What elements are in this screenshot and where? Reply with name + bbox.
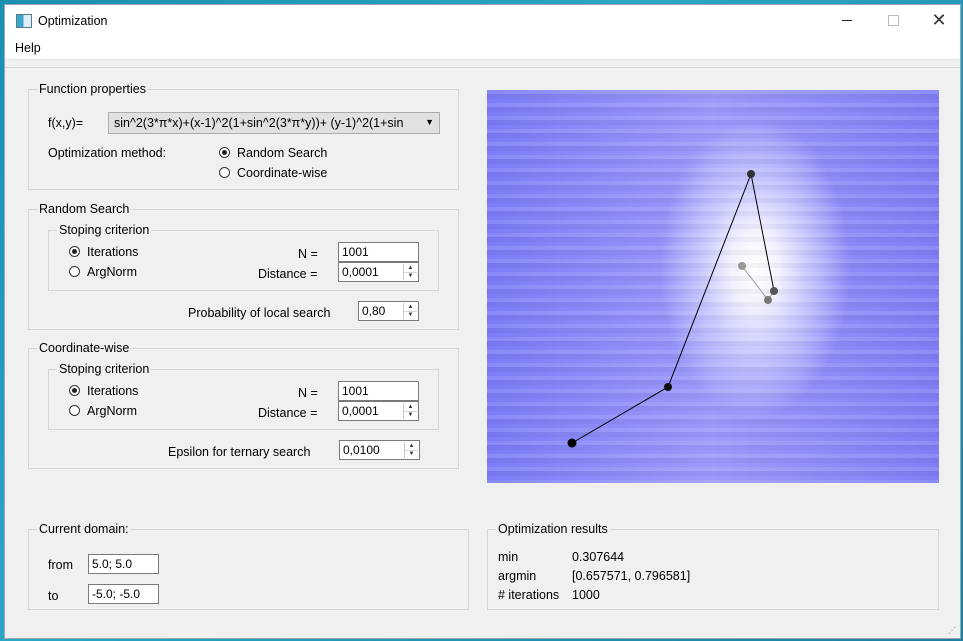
path-point [567, 438, 577, 448]
to-input[interactable]: -5.0; -5.0 [88, 584, 159, 604]
minimize-button[interactable] [824, 5, 870, 35]
spin-arrows[interactable]: ▲ ▼ [403, 264, 417, 280]
cw-distance-label: Distance = [258, 406, 318, 420]
close-icon: ✕ [931, 10, 947, 30]
radio-random-search-label[interactable]: Random Search [237, 146, 327, 160]
maximize-button[interactable] [870, 5, 916, 35]
function-properties-group: Function properties f(x,y)= sin^2(3*π*x)… [28, 82, 459, 190]
menu-bar: Help [5, 37, 960, 60]
rs-radio-iterations[interactable] [69, 246, 80, 257]
cw-stop-criterion-title: Stoping criterion [57, 362, 152, 376]
cw-radio-argnorm[interactable] [69, 405, 80, 416]
radio-random-search[interactable] [219, 147, 230, 158]
rs-distance-label: Distance = [258, 267, 318, 281]
argmin-label: argmin [498, 569, 537, 583]
rs-prob-value: 0,80 [362, 304, 386, 318]
rs-stop-criterion-group: Stoping criterion Iterations ArgNorm N =… [48, 223, 439, 291]
rs-radio-argnorm[interactable] [69, 266, 80, 277]
spin-down-icon[interactable]: ▼ [404, 411, 417, 419]
random-search-title: Random Search [37, 202, 132, 216]
rs-distance-value: 0,0001 [342, 265, 379, 279]
spin-down-icon[interactable]: ▼ [404, 311, 417, 319]
cw-eps-value: 0,0100 [343, 443, 380, 457]
path-point [764, 296, 772, 304]
chevron-down-icon: ▼ [425, 117, 434, 127]
min-label: min [498, 550, 519, 564]
path-point [747, 170, 755, 178]
cw-distance-spinbox[interactable]: 0,0001 ▲ ▼ [338, 401, 419, 421]
function-plot-canvas[interactable] [487, 90, 939, 483]
from-label: from [48, 558, 73, 572]
path-line-dark [571, 172, 775, 444]
cw-n-input[interactable]: 1001 [338, 381, 419, 401]
cw-radio-iterations[interactable] [69, 385, 80, 396]
results-title: Optimization results [496, 522, 610, 536]
method-label: Optimization method: [48, 146, 167, 160]
maximize-icon [887, 14, 899, 26]
cw-eps-spinbox[interactable]: 0,0100 ▲ ▼ [339, 440, 420, 460]
resize-grip-icon[interactable]: ⋰ [948, 626, 956, 635]
cw-stop-criterion-group: Stoping criterion Iterations ArgNorm N =… [48, 362, 439, 430]
cw-eps-label: Epsilon for ternary search [168, 445, 311, 459]
search-path-svg [567, 170, 778, 448]
path-line-light [741, 265, 775, 301]
rs-stop-criterion-title: Stoping criterion [57, 223, 152, 237]
spin-arrows[interactable]: ▲ ▼ [403, 303, 417, 319]
argmin-value: [0.657571, 0.796581] [572, 569, 691, 583]
menu-help[interactable]: Help [15, 41, 41, 55]
domain-title: Current domain: [37, 522, 131, 536]
app-icon [16, 14, 32, 28]
coordinate-wise-title: Coordinate-wise [37, 341, 132, 355]
rs-prob-spinbox[interactable]: 0,80 ▲ ▼ [358, 301, 419, 321]
domain-group: Current domain: from 5.0; 5.0 to -5.0; -… [28, 522, 469, 610]
iterations-value: 1000 [572, 588, 600, 602]
from-input[interactable]: 5.0; 5.0 [88, 554, 159, 574]
minimize-icon [842, 19, 852, 21]
spin-arrows[interactable]: ▲ ▼ [403, 403, 417, 419]
rs-argnorm-label[interactable]: ArgNorm [87, 265, 137, 279]
cw-n-label: N = [298, 386, 318, 400]
radio-coordinate-wise[interactable] [219, 167, 230, 178]
function-select-value: sin^2(3*π*x)+(x-1)^2(1+sin^2(3*π*y))+ (y… [114, 116, 404, 130]
results-group: Optimization results min 0.307644 argmin… [487, 522, 939, 610]
spin-down-icon[interactable]: ▼ [404, 272, 417, 280]
spin-down-icon[interactable]: ▼ [405, 450, 418, 458]
rs-distance-spinbox[interactable]: 0,0001 ▲ ▼ [338, 262, 419, 282]
min-value: 0.307644 [572, 550, 625, 564]
random-search-group: Random Search Stoping criterion Iteratio… [28, 202, 459, 330]
window-title: Optimization [38, 14, 108, 28]
cw-iterations-label[interactable]: Iterations [87, 384, 138, 398]
function-properties-title: Function properties [37, 82, 149, 96]
toolbar-divider [5, 67, 960, 68]
close-button[interactable]: ✕ [916, 5, 962, 35]
rs-prob-label: Probability of local search [188, 306, 331, 320]
coordinate-wise-group: Coordinate-wise Stoping criterion Iterat… [28, 341, 459, 469]
path-point [770, 287, 778, 295]
iterations-label: # iterations [498, 588, 560, 602]
path-point [738, 262, 746, 270]
radio-coordinate-wise-label[interactable]: Coordinate-wise [237, 166, 327, 180]
rs-iterations-label[interactable]: Iterations [87, 245, 138, 259]
title-bar: Optimization ✕ [5, 5, 960, 37]
to-label: to [48, 589, 59, 603]
path-point [664, 383, 672, 391]
rs-n-label: N = [298, 247, 318, 261]
cw-distance-value: 0,0001 [342, 404, 379, 418]
main-window: Optimization ✕ Help Function properties … [4, 4, 961, 639]
cw-argnorm-label[interactable]: ArgNorm [87, 404, 137, 418]
fx-label: f(x,y)= [48, 116, 84, 130]
spin-arrows[interactable]: ▲ ▼ [404, 442, 418, 458]
function-select[interactable]: sin^2(3*π*x)+(x-1)^2(1+sin^2(3*π*y))+ (y… [108, 112, 440, 134]
rs-n-input[interactable]: 1001 [338, 242, 419, 262]
